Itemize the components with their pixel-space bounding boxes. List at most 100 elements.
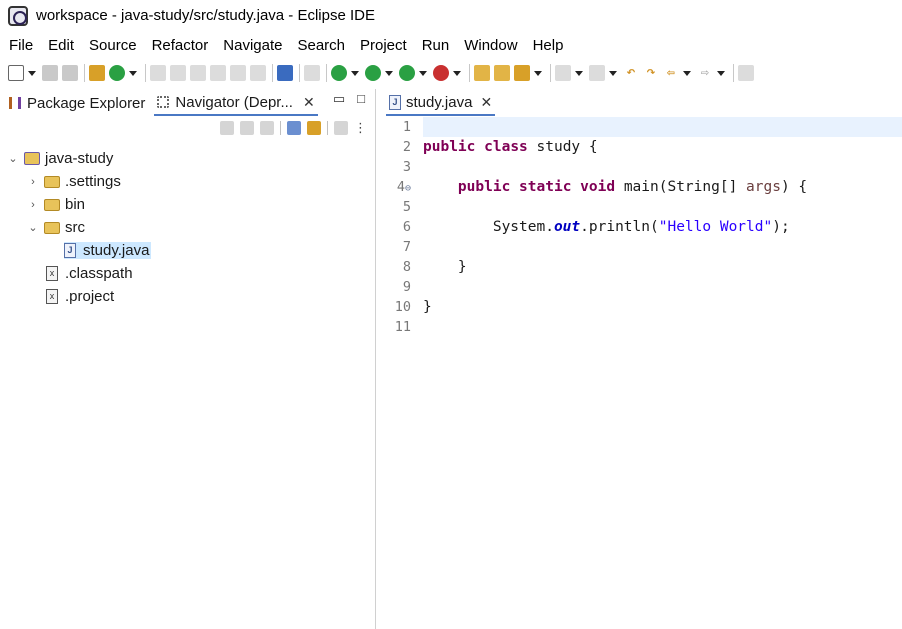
build-icon[interactable] <box>89 65 105 81</box>
external-tools-dropdown-icon[interactable] <box>453 70 461 76</box>
close-icon[interactable]: ✕ <box>480 94 492 111</box>
package-explorer-icon <box>9 97 21 109</box>
forward-icon[interactable]: ⇨ <box>697 65 713 81</box>
left-view-pane: Package Explorer Navigator (Depr... ✕ ▭ … <box>0 89 376 629</box>
new-package-icon[interactable] <box>474 65 490 81</box>
tree-item-project[interactable]: ⌄ java-study <box>0 147 375 170</box>
previous-annotation-dropdown-icon[interactable] <box>609 70 617 76</box>
code-editor[interactable]: public class study { public static void … <box>423 117 902 629</box>
string-literal: "Hello World" <box>658 219 773 235</box>
tree-item-label: .project <box>65 288 115 305</box>
forward-dropdown-icon[interactable] <box>717 70 725 76</box>
menu-navigate[interactable]: Navigate <box>223 37 282 54</box>
toggle-icon[interactable] <box>210 65 226 81</box>
tree-item-file[interactable]: x .classpath <box>0 262 375 285</box>
gradle-icon[interactable] <box>109 65 125 81</box>
code-line: } <box>423 259 467 275</box>
menu-window[interactable]: Window <box>464 37 517 54</box>
external-tools-icon[interactable] <box>433 65 449 81</box>
menu-search[interactable]: Search <box>297 37 345 54</box>
filter-icon[interactable] <box>334 121 348 135</box>
new-dropdown-icon[interactable] <box>28 70 36 76</box>
tree-item-label: java-study <box>45 150 114 167</box>
code-line: System.out.println("Hello World"); <box>423 217 902 237</box>
tree-item-file[interactable]: J study.java <box>0 239 375 262</box>
forward-edit-icon[interactable]: ↷ <box>643 65 659 81</box>
block-icon[interactable] <box>230 65 246 81</box>
keyword: void <box>580 179 616 195</box>
last-edit-icon[interactable]: ↶ <box>623 65 639 81</box>
menu-edit[interactable]: Edit <box>48 37 74 54</box>
debug-icon[interactable] <box>331 65 347 81</box>
view-menu-icon[interactable]: ⋮ <box>354 120 367 136</box>
up-icon[interactable] <box>260 121 274 135</box>
expanded-chevron-icon[interactable]: ⌄ <box>6 152 20 165</box>
editor-tabbar: J study.java ✕ <box>378 89 902 117</box>
line-number: 4⊖ <box>378 177 423 197</box>
tree-item-folder[interactable]: › bin <box>0 193 375 216</box>
code-text: .println( <box>580 219 659 235</box>
menu-project[interactable]: Project <box>360 37 407 54</box>
gradle-dropdown-icon[interactable] <box>129 70 137 76</box>
run-icon[interactable] <box>365 65 381 81</box>
new-icon[interactable] <box>8 65 24 81</box>
code-text: ) { <box>780 179 808 195</box>
edit-icon[interactable] <box>190 65 206 81</box>
coverage-icon[interactable] <box>399 65 415 81</box>
console-icon[interactable] <box>277 65 293 81</box>
tree-item-folder[interactable]: ⌄ src <box>0 216 375 239</box>
back-icon[interactable] <box>220 121 234 135</box>
back-icon[interactable]: ⇦ <box>663 65 679 81</box>
xml-file-icon: x <box>46 266 58 281</box>
collapsed-chevron-icon[interactable]: › <box>26 199 40 211</box>
pin-icon[interactable] <box>150 65 166 81</box>
collapsed-chevron-icon[interactable]: › <box>26 176 40 188</box>
code-text: study { <box>527 139 598 155</box>
search-icon[interactable] <box>304 65 320 81</box>
keyword: public <box>423 139 476 155</box>
link-with-editor-icon[interactable] <box>307 121 321 135</box>
expanded-chevron-icon[interactable]: ⌄ <box>26 221 40 234</box>
forward-icon[interactable] <box>240 121 254 135</box>
fold-collapse-icon[interactable]: ⊖ <box>405 183 411 194</box>
previous-annotation-icon[interactable] <box>589 65 605 81</box>
tab-study-java[interactable]: J study.java ✕ <box>386 90 496 116</box>
collapse-all-icon[interactable] <box>287 121 301 135</box>
minimize-icon[interactable]: ▭ <box>333 91 345 107</box>
save-all-icon[interactable] <box>62 65 78 81</box>
tab-package-explorer[interactable]: Package Explorer <box>6 90 148 116</box>
open-perspective-icon[interactable] <box>738 65 754 81</box>
tree-item-file[interactable]: x .project <box>0 285 375 308</box>
save-icon[interactable] <box>42 65 58 81</box>
pilcrow-icon[interactable] <box>250 65 266 81</box>
tree-item-label: study.java <box>83 242 150 259</box>
close-icon[interactable]: ✕ <box>303 94 315 111</box>
menu-help[interactable]: Help <box>533 37 564 54</box>
maximize-icon[interactable]: □ <box>357 91 365 107</box>
next-annotation-dropdown-icon[interactable] <box>575 70 583 76</box>
debug-dropdown-icon[interactable] <box>351 70 359 76</box>
menu-source[interactable]: Source <box>89 37 137 54</box>
run-dropdown-icon[interactable] <box>385 70 393 76</box>
tab-navigator[interactable]: Navigator (Depr... ✕ <box>154 90 318 116</box>
tree-item-folder[interactable]: › .settings <box>0 170 375 193</box>
open-task-icon[interactable] <box>514 65 530 81</box>
task-dropdown-icon[interactable] <box>534 70 542 76</box>
pen-icon[interactable] <box>170 65 186 81</box>
toolbar-separator <box>272 64 273 82</box>
menu-refactor[interactable]: Refactor <box>152 37 209 54</box>
tree-item-label: .classpath <box>65 265 133 282</box>
parameter-name: args <box>746 179 781 195</box>
next-annotation-icon[interactable] <box>555 65 571 81</box>
back-dropdown-icon[interactable] <box>683 70 691 76</box>
folder-icon <box>44 175 60 188</box>
menu-run[interactable]: Run <box>422 37 450 54</box>
open-type-icon[interactable] <box>494 65 510 81</box>
java-file-icon: J <box>389 94 401 110</box>
coverage-dropdown-icon[interactable] <box>419 70 427 76</box>
code-line: public static void main(String[] args) { <box>423 177 902 197</box>
navigator-icon <box>157 96 170 108</box>
menu-file[interactable]: File <box>9 37 33 54</box>
